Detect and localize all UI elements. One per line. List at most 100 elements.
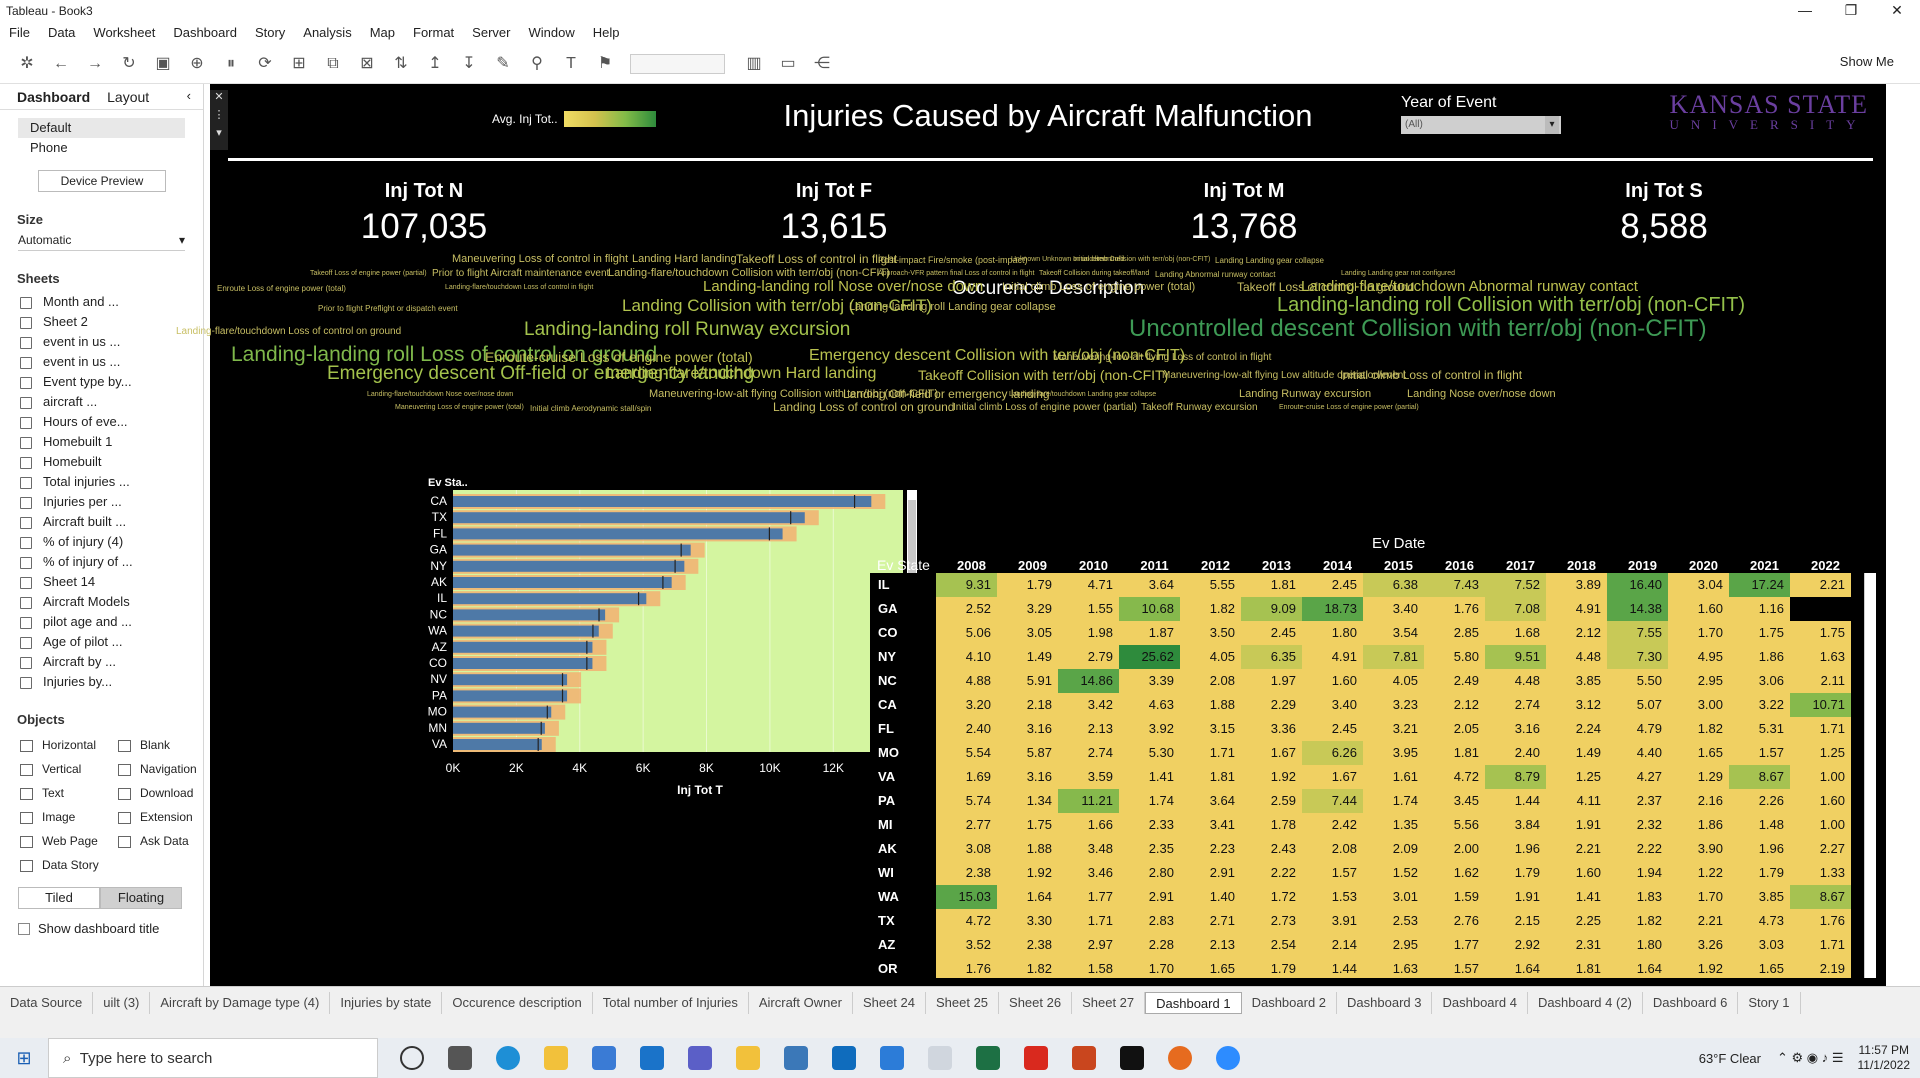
- heatmap-cell[interactable]: 3.40: [1302, 693, 1363, 717]
- outlook-icon[interactable]: [832, 1046, 856, 1070]
- heatmap-cell[interactable]: 2.59: [1241, 789, 1302, 813]
- heatmap-cell[interactable]: 4.72: [1424, 765, 1485, 789]
- heatmap-cell[interactable]: 2.16: [1668, 789, 1729, 813]
- heatmap-cell[interactable]: 1.75: [997, 813, 1058, 837]
- heatmap-cell[interactable]: 1.92: [1668, 957, 1729, 978]
- heatmap-cell[interactable]: 2.33: [1119, 813, 1180, 837]
- heatmap-cell[interactable]: 3.59: [1058, 765, 1119, 789]
- heatmap-cell[interactable]: 5.87: [997, 741, 1058, 765]
- sheet-item[interactable]: Age of pilot ...: [0, 632, 203, 652]
- word-cloud-word[interactable]: Post-impact Fire/smoke (post-impact): [878, 255, 1028, 265]
- heatmap-cell[interactable]: 1.96: [1729, 837, 1790, 861]
- bar[interactable]: [453, 641, 593, 653]
- sheet-item[interactable]: pilot age and ...: [0, 612, 203, 632]
- heatmap-cell[interactable]: 1.63: [1363, 957, 1424, 978]
- word-cloud-word[interactable]: Landing-flare/touchdown Abnormal runway …: [1301, 278, 1638, 295]
- heatmap-cell[interactable]: 2.95: [1363, 933, 1424, 957]
- heatmap-cell[interactable]: 2.29: [1241, 693, 1302, 717]
- heatmap-cell[interactable]: 2.74: [1485, 693, 1546, 717]
- heatmap-cell[interactable]: 1.81: [1546, 957, 1607, 978]
- heatmap-cell[interactable]: 2.42: [1302, 813, 1363, 837]
- heatmap-cell[interactable]: 1.82: [1668, 717, 1729, 741]
- heatmap-cell[interactable]: 25.62: [1119, 645, 1180, 669]
- share-icon[interactable]: ⋲: [807, 52, 837, 76]
- heatmap-cell[interactable]: 2.24: [1546, 717, 1607, 741]
- heatmap-cell[interactable]: 8.67: [1790, 885, 1851, 909]
- word-cloud-word[interactable]: Landing Landing gear not configured: [1341, 270, 1455, 277]
- word-cloud-word[interactable]: Landing-flare/touchdown Hard landing: [606, 365, 876, 383]
- heatmap-cell[interactable]: 3.12: [1546, 693, 1607, 717]
- heatmap-cell[interactable]: 2.12: [1546, 621, 1607, 645]
- heatmap-cell[interactable]: 3.36: [1241, 717, 1302, 741]
- heatmap-cell[interactable]: 1.64: [997, 885, 1058, 909]
- device-phone[interactable]: Phone: [18, 138, 185, 158]
- heatmap-cell[interactable]: 5.50: [1607, 669, 1668, 693]
- heatmap-cell[interactable]: 2.73: [1241, 909, 1302, 933]
- word-cloud-word[interactable]: Takeoff Loss of engine power (partial): [310, 270, 427, 277]
- heatmap-cell[interactable]: 1.60: [1302, 669, 1363, 693]
- heatmap-cell[interactable]: 3.00: [1668, 693, 1729, 717]
- heatmap-cell[interactable]: 2.15: [1485, 909, 1546, 933]
- undo-icon[interactable]: ←: [46, 52, 76, 76]
- sheet-item[interactable]: Homebuilt 1: [0, 432, 203, 452]
- sheet-tab[interactable]: Dashboard 6: [1643, 991, 1739, 1014]
- bar[interactable]: [453, 577, 672, 588]
- chart-icon[interactable]: ▥: [739, 52, 769, 76]
- sheet-item[interactable]: event in us ...: [0, 332, 203, 352]
- sheet-tab[interactable]: Story 1: [1738, 991, 1801, 1014]
- heatmap-cell[interactable]: 1.70: [1668, 621, 1729, 645]
- save-icon[interactable]: ▣: [148, 52, 178, 76]
- menu-format[interactable]: Format: [404, 23, 463, 43]
- heatmap-cell[interactable]: 1.86: [1729, 645, 1790, 669]
- maximize-button[interactable]: ❐: [1828, 0, 1874, 22]
- heatmap-cell[interactable]: 2.40: [1485, 741, 1546, 765]
- heatmap-cell[interactable]: 1.69: [936, 765, 997, 789]
- excel-icon[interactable]: [976, 1046, 1000, 1070]
- heatmap-column-header[interactable]: 2013: [1246, 558, 1307, 573]
- menu-story[interactable]: Story: [246, 23, 294, 43]
- heatmap-cell[interactable]: 2.80: [1119, 861, 1180, 885]
- heatmap-cell[interactable]: 4.72: [936, 909, 997, 933]
- heatmap-cell[interactable]: 2.21: [1546, 837, 1607, 861]
- heatmap-cell[interactable]: 3.05: [997, 621, 1058, 645]
- word-cloud-word[interactable]: Landing Landing gear collapse: [1215, 256, 1324, 265]
- heatmap-cell[interactable]: 1.58: [1058, 957, 1119, 978]
- heatmap-column-header[interactable]: 2011: [1124, 558, 1185, 573]
- heatmap-cell[interactable]: 4.63: [1119, 693, 1180, 717]
- heatmap-cell[interactable]: 1.88: [1180, 693, 1241, 717]
- heatmap-cell[interactable]: 3.42: [1058, 693, 1119, 717]
- heatmap-cell[interactable]: 6.26: [1302, 741, 1363, 765]
- word-cloud-word[interactable]: Initial climb Loss of control in flight: [1340, 368, 1522, 382]
- heatmap-cell[interactable]: 1.67: [1241, 741, 1302, 765]
- object-web-page[interactable]: Web Page: [18, 829, 116, 853]
- word-cloud-word[interactable]: Initial climb Loss of engine power (tota…: [1002, 281, 1195, 293]
- heatmap-cell[interactable]: 3.54: [1363, 621, 1424, 645]
- heatmap-cell[interactable]: 1.94: [1607, 861, 1668, 885]
- heatmap-cell[interactable]: 2.38: [936, 861, 997, 885]
- sheet-item[interactable]: Aircraft Models: [0, 592, 203, 612]
- heatmap-cell[interactable]: 1.22: [1668, 861, 1729, 885]
- heatmap-cell[interactable]: 3.52: [936, 933, 997, 957]
- heatmap-cell[interactable]: 1.71: [1058, 909, 1119, 933]
- heatmap-cell[interactable]: 1.65: [1729, 957, 1790, 978]
- group-icon[interactable]: ⚲: [522, 52, 552, 76]
- show-me-button[interactable]: Show Me: [1840, 54, 1894, 69]
- menu-file[interactable]: File: [0, 23, 39, 43]
- heatmap-cell[interactable]: 1.60: [1668, 597, 1729, 621]
- heatmap-cell[interactable]: 18.73: [1302, 597, 1363, 621]
- sheet-item[interactable]: Month and ...: [0, 292, 203, 312]
- heatmap-cell[interactable]: 1.65: [1180, 957, 1241, 978]
- heatmap-cell[interactable]: 2.91: [1180, 861, 1241, 885]
- heatmap-cell[interactable]: 5.54: [936, 741, 997, 765]
- heatmap-cell[interactable]: 1.34: [997, 789, 1058, 813]
- heatmap-cell[interactable]: 1.25: [1790, 741, 1851, 765]
- sheet-tab[interactable]: Aircraft by Damage type (4): [150, 991, 331, 1014]
- heatmap-cell[interactable]: 2.97: [1058, 933, 1119, 957]
- heatmap-cell[interactable]: 1.82: [1607, 909, 1668, 933]
- heatmap-cell[interactable]: 7.43: [1424, 573, 1485, 597]
- heatmap-cell[interactable]: 6.38: [1363, 573, 1424, 597]
- word-cloud-word[interactable]: Landing Nose over/nose down: [1407, 388, 1556, 400]
- heatmap-cell[interactable]: 8.67: [1729, 765, 1790, 789]
- heatmap-cell[interactable]: 3.50: [1180, 621, 1241, 645]
- heatmap-cell[interactable]: 2.85: [1424, 621, 1485, 645]
